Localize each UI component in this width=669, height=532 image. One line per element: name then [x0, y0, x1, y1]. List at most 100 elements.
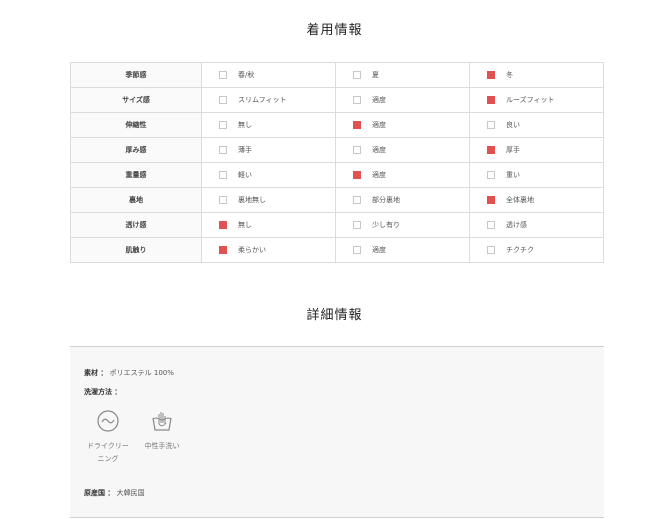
- wear-option-cell: スリムフィット: [201, 87, 336, 113]
- wear-option-label: 適度: [372, 246, 386, 254]
- wear-option: 重い: [470, 170, 603, 180]
- wear-option-cell: 透け感: [469, 212, 604, 238]
- checked-box-icon: [353, 171, 361, 179]
- wear-row: 厚み感 薄手 適度 厚手: [70, 137, 604, 163]
- origin-label: 原産国 ：: [84, 489, 115, 497]
- wear-option: 冬: [470, 70, 603, 80]
- checked-box-icon: [353, 121, 361, 129]
- checked-box-icon: [219, 221, 227, 229]
- wear-option-cell: 部分裏地: [335, 187, 470, 213]
- wear-option-cell: 薄手: [201, 137, 336, 163]
- wear-row-label: 伸縮性: [70, 112, 202, 138]
- hand-wash-icon: [152, 412, 172, 431]
- wear-option-cell: 良い: [469, 112, 604, 138]
- wear-option: 薄手: [202, 145, 335, 155]
- wear-option: 良い: [470, 120, 603, 130]
- wear-option-cell: チクチク: [469, 237, 604, 263]
- wear-option: 無し: [202, 220, 335, 230]
- care-item-dry-cleaning: ドライクリーニング: [84, 409, 132, 466]
- wear-option-label: 薄手: [238, 146, 252, 154]
- wear-option-cell: 適度: [335, 87, 470, 113]
- wear-option: 部分裏地: [336, 195, 469, 205]
- wear-option-label: 裏地無し: [238, 196, 266, 204]
- unchecked-box-icon: [353, 96, 361, 104]
- wear-option-cell: 裏地無し: [201, 187, 336, 213]
- material-value: ポリエステル 100%: [109, 369, 174, 377]
- dry-cleaning-icon: [97, 410, 119, 432]
- wear-row-label: 重量感: [70, 162, 202, 188]
- unchecked-box-icon: [353, 71, 361, 79]
- unchecked-box-icon: [487, 171, 495, 179]
- wear-option-label: チクチク: [506, 246, 534, 254]
- unchecked-box-icon: [353, 221, 361, 229]
- wear-option-cell: 軽い: [201, 162, 336, 188]
- wear-option: スリムフィット: [202, 95, 335, 105]
- wear-row-label: 肌触り: [70, 237, 202, 263]
- wear-option: 厚手: [470, 145, 603, 155]
- wear-option-label: 春/秋: [238, 71, 255, 79]
- wear-option-cell: 適度: [335, 237, 470, 263]
- wear-row: 肌触り 柔らかい 適度 チクチク: [70, 237, 604, 263]
- wear-option: 裏地無し: [202, 195, 335, 205]
- unchecked-box-icon: [487, 121, 495, 129]
- wear-option: 春/秋: [202, 70, 335, 80]
- wear-info-table: 季節感 春/秋夏冬サイズ感 スリムフィット 適度 ルーズフィット 伸縮性 無し 適度 良い 厚み感…: [70, 62, 604, 263]
- wear-option-label: ルーズフィット: [506, 96, 555, 104]
- detail-info-panel: 素材 ： ポリエステル 100% 洗濯方法 ： ドライクリーニング 中性手洗い …: [70, 346, 604, 518]
- material-label: 素材 ：: [84, 369, 108, 377]
- wear-option-cell: 夏: [335, 62, 470, 88]
- origin-line: 原産国 ： 大韓民国: [84, 488, 145, 498]
- wear-option-cell: 無し: [201, 212, 336, 238]
- wear-row: サイズ感 スリムフィット 適度 ルーズフィット: [70, 87, 604, 113]
- wear-option-label: 無し: [238, 121, 252, 129]
- wear-option-label: 無し: [238, 221, 252, 229]
- wear-option-cell: 重い: [469, 162, 604, 188]
- unchecked-box-icon: [219, 96, 227, 104]
- care-item-hand-wash: 中性手洗い: [142, 409, 182, 453]
- unchecked-box-icon: [353, 246, 361, 254]
- wear-option-cell: ルーズフィット: [469, 87, 604, 113]
- detail-info-title: 詳細情報: [306, 308, 363, 323]
- origin-value: 大韓民国: [116, 489, 145, 497]
- care-label: 中性手洗い: [144, 442, 180, 450]
- unchecked-box-icon: [219, 196, 227, 204]
- wear-option: ルーズフィット: [470, 95, 603, 105]
- wear-option-cell: 適度: [335, 162, 470, 188]
- wear-option-cell: 無し: [201, 112, 336, 138]
- unchecked-box-icon: [487, 221, 495, 229]
- wear-option-label: 部分裏地: [372, 196, 400, 204]
- wear-option: 適度: [336, 120, 469, 130]
- wear-option-label: 全体裏地: [506, 196, 534, 204]
- care-label: ドライクリーニング: [87, 442, 129, 463]
- wear-option: 適度: [336, 95, 469, 105]
- washing-label: 洗濯方法 ：: [84, 388, 122, 396]
- unchecked-box-icon: [219, 71, 227, 79]
- wear-option-label: 適度: [372, 96, 386, 104]
- wear-option: 適度: [336, 145, 469, 155]
- wear-option-label: 適度: [372, 146, 386, 154]
- wear-row-label: 透け感: [70, 212, 202, 238]
- wear-option-label: 軽い: [238, 171, 252, 179]
- wear-option-cell: 厚手: [469, 137, 604, 163]
- wear-option: 少し有り: [336, 220, 469, 230]
- wear-option: 軽い: [202, 170, 335, 180]
- wear-option-label: 冬: [506, 71, 513, 79]
- unchecked-box-icon: [487, 246, 495, 254]
- wear-option-label: 厚手: [506, 146, 520, 154]
- wear-option-label: 透け感: [506, 221, 527, 229]
- washing-line: 洗濯方法 ：: [84, 387, 121, 397]
- checked-box-icon: [487, 146, 495, 154]
- wear-option-label: 良い: [506, 121, 520, 129]
- wear-option: 適度: [336, 170, 469, 180]
- wear-option-label: 重い: [506, 171, 520, 179]
- wear-option-cell: 適度: [335, 137, 470, 163]
- wear-option-label: スリムフィット: [238, 96, 287, 104]
- wear-option-label: 少し有り: [372, 221, 400, 229]
- wear-option: 夏: [336, 70, 469, 80]
- wear-info-title: 着用情報: [306, 23, 363, 38]
- wear-row-label: サイズ感: [70, 87, 202, 113]
- wear-option-cell: 冬: [469, 62, 604, 88]
- wear-option: 全体裏地: [470, 195, 603, 205]
- wear-option-label: 柔らかい: [238, 246, 266, 254]
- wear-option-label: 適度: [372, 171, 386, 179]
